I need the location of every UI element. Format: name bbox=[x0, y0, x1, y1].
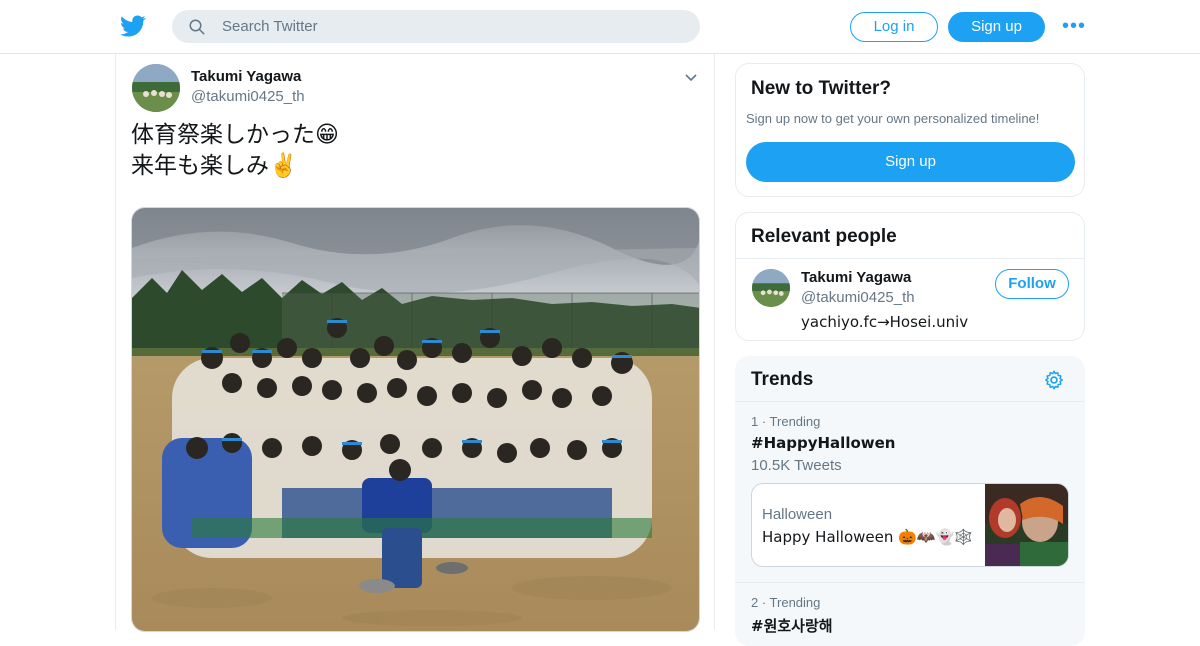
avatar-photo bbox=[132, 64, 180, 112]
search-icon bbox=[189, 19, 205, 35]
trend-rank-label: 2 · Trending bbox=[751, 595, 821, 610]
relevant-people-card: Relevant people Takumi Yagawa @takumi042… bbox=[735, 212, 1085, 341]
trend-tweet-count: 10.5K Tweets bbox=[751, 457, 842, 474]
avatar-photo bbox=[752, 269, 790, 307]
divider bbox=[735, 401, 1085, 402]
trend-name[interactable]: #원호사랑해 bbox=[751, 615, 1071, 636]
relevant-person-handle[interactable]: @takumi0425_th bbox=[801, 289, 915, 306]
tweet-author-name[interactable]: Takumi Yagawa bbox=[191, 68, 301, 85]
relevant-person[interactable]: Takumi Yagawa @takumi0425_th yachiyo.fc→… bbox=[736, 259, 1084, 340]
trends-title: Trends bbox=[751, 369, 814, 390]
new-to-twitter-title: New to Twitter? bbox=[751, 78, 892, 99]
trend-name[interactable]: #HappyHallowen bbox=[751, 434, 1071, 452]
tweet-text-line-2: 来年も楽しみ✌️ bbox=[131, 153, 298, 179]
login-button[interactable]: Log in bbox=[850, 12, 938, 42]
relevant-person-name[interactable]: Takumi Yagawa bbox=[801, 269, 911, 286]
search-bar[interactable] bbox=[172, 10, 700, 43]
more-options-icon[interactable]: ••• bbox=[1062, 16, 1088, 36]
team-group-photo bbox=[132, 208, 699, 631]
event-title: Happy Halloween 🎃🦇👻🕸️ bbox=[762, 528, 973, 546]
tweet-detail: Takumi Yagawa @takumi0425_th 体育祭楽しかった😁 来… bbox=[115, 54, 715, 632]
tweet-photo[interactable] bbox=[131, 207, 700, 632]
trend-event-card[interactable]: Halloween Happy Halloween 🎃🦇👻🕸️ bbox=[751, 483, 1069, 567]
trend-item[interactable]: 1 · Trending #HappyHallowen 10.5K Tweets bbox=[751, 414, 1071, 474]
relevant-people-title: Relevant people bbox=[751, 226, 897, 247]
search-input[interactable] bbox=[222, 10, 682, 43]
twitter-bird-logo-icon[interactable] bbox=[119, 13, 147, 39]
author-avatar[interactable] bbox=[132, 64, 180, 112]
chevron-down-icon[interactable] bbox=[683, 70, 699, 86]
trends-card: Trends 1 · Trending #HappyHallowen 10.5K… bbox=[735, 356, 1085, 646]
new-to-twitter-card: New to Twitter? Sign up now to get your … bbox=[735, 63, 1085, 197]
sidebar-signup-button[interactable]: Sign up bbox=[746, 142, 1075, 182]
tweet-author-handle[interactable]: @takumi0425_th bbox=[191, 88, 305, 105]
new-to-twitter-subtitle: Sign up now to get your own personalized… bbox=[746, 111, 1040, 126]
relevant-person-avatar[interactable] bbox=[752, 269, 790, 307]
trend-rank-label: 1 · Trending bbox=[751, 414, 821, 429]
signup-button[interactable]: Sign up bbox=[948, 12, 1045, 42]
event-category: Halloween bbox=[762, 506, 833, 523]
relevant-person-bio: yachiyo.fc→Hosei.univ bbox=[801, 313, 969, 331]
gear-icon[interactable] bbox=[1043, 369, 1065, 391]
tweet-text: 体育祭楽しかった😁 来年も楽しみ✌️ bbox=[131, 120, 339, 182]
follow-button[interactable]: Follow bbox=[995, 269, 1069, 299]
tweet-text-line-1: 体育祭楽しかった😁 bbox=[131, 122, 339, 148]
event-thumbnail bbox=[985, 484, 1068, 566]
top-navigation-bar: Log in Sign up ••• bbox=[0, 0, 1200, 54]
divider bbox=[735, 582, 1085, 583]
